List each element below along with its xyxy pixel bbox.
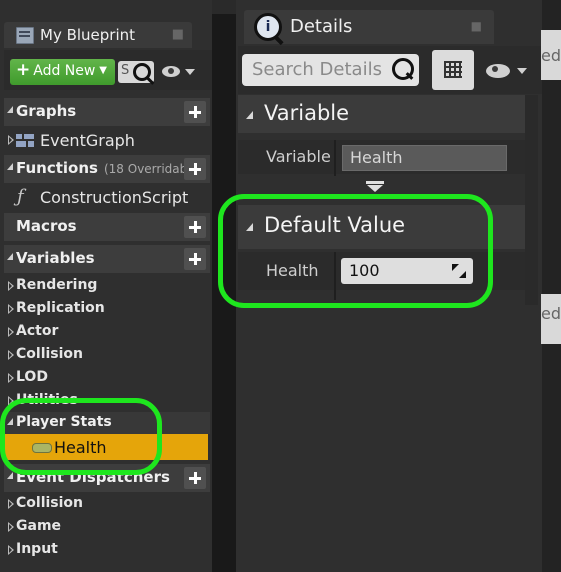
search-icon[interactable]	[392, 58, 414, 80]
details-tab-label: Details	[290, 16, 353, 37]
variable-group-rendering[interactable]: Rendering	[4, 275, 210, 297]
graph-node-partial[interactable]: ed.	[541, 30, 561, 80]
expand-arrow-icon[interactable]	[8, 373, 14, 383]
expand-arrow-icon[interactable]	[8, 304, 14, 314]
my-blueprint-tab[interactable]: My Blueprint ■	[4, 22, 192, 48]
search-details-placeholder: Search Details	[252, 59, 382, 80]
eye-icon[interactable]	[162, 66, 180, 77]
plus-icon: +	[16, 60, 31, 80]
info-icon: i	[254, 13, 282, 41]
group-label: Replication	[16, 300, 105, 316]
group-label: Collision	[16, 346, 84, 362]
add-macro-button[interactable]	[184, 216, 206, 238]
column-divider[interactable]	[334, 140, 336, 176]
my-blueprint-panel: My Blueprint ■ + Add New ▼ S Graphs Event…	[0, 0, 212, 572]
add-variable-button[interactable]	[184, 248, 206, 270]
collapse-arrow-icon[interactable]	[7, 253, 13, 260]
expand-arrow-icon[interactable]	[8, 545, 14, 555]
close-icon[interactable]: ■	[471, 19, 482, 33]
group-label: LOD	[16, 369, 48, 385]
variable-group-actor[interactable]: Actor	[4, 321, 210, 343]
add-new-button[interactable]: + Add New ▼	[10, 59, 115, 85]
chevron-down-icon[interactable]	[517, 68, 527, 74]
details-tab[interactable]: i Details ■	[244, 10, 494, 44]
graph-node-text: ed.	[541, 46, 561, 65]
section-variable-label: Variable	[264, 101, 350, 125]
category-functions[interactable]: Functions (18 Overridab	[4, 155, 210, 183]
section-variable[interactable]: Variable	[238, 95, 538, 133]
add-event-dispatcher-button[interactable]	[184, 467, 206, 489]
collapse-arrow-icon[interactable]	[7, 106, 13, 113]
close-icon[interactable]: ■	[172, 27, 184, 42]
expand-arrow-icon[interactable]	[8, 350, 14, 360]
group-label: Rendering	[16, 277, 98, 293]
chevron-down-icon[interactable]	[185, 69, 195, 75]
category-label: Functions (18 Overridab	[16, 159, 187, 177]
dispatcher-group-game[interactable]: Game	[4, 516, 210, 538]
chevron-down-icon: ▼	[99, 65, 107, 76]
dispatcher-group-collision[interactable]: Collision	[4, 493, 210, 515]
add-function-button[interactable]	[184, 158, 206, 180]
dispatcher-group-input[interactable]: Input	[4, 539, 210, 561]
highlight-annotation	[218, 194, 493, 308]
grid-icon	[444, 61, 462, 78]
eye-icon[interactable]	[486, 64, 510, 78]
property-matrix-button[interactable]	[432, 50, 474, 90]
expand-arrow-icon[interactable]	[8, 499, 14, 509]
variable-group-collision[interactable]: Collision	[4, 344, 210, 366]
variable-group-replication[interactable]: Replication	[4, 298, 210, 320]
variable-name-label: Variable	[266, 147, 331, 166]
graph-icon	[16, 134, 36, 148]
collapse-arrow-icon[interactable]	[7, 163, 13, 170]
add-graph-button[interactable]	[184, 101, 206, 123]
graph-node-text: ed.	[541, 304, 561, 323]
highlight-annotation	[0, 398, 162, 475]
variable-name-value: Health	[350, 148, 403, 167]
group-label: Collision	[16, 495, 84, 511]
expand-arrow-icon[interactable]	[8, 522, 14, 532]
override-count: (18 Overridab	[103, 162, 188, 176]
macros-label: Macros	[16, 217, 77, 235]
expand-arrow-icon[interactable]	[366, 181, 384, 193]
group-label: Actor	[16, 323, 59, 339]
expand-arrow-icon[interactable]	[8, 281, 14, 291]
expand-arrow-icon[interactable]	[8, 327, 14, 337]
my-blueprint-tab-label: My Blueprint	[40, 26, 136, 44]
add-new-label: Add New	[33, 63, 96, 79]
expand-arrow-icon[interactable]	[8, 135, 14, 145]
functions-label: Functions	[16, 159, 98, 177]
function-icon: ƒ	[17, 186, 24, 207]
eventgraph-label: EventGraph	[40, 131, 135, 150]
details-scrollbar[interactable]	[525, 95, 538, 305]
construction-script-item[interactable]: ConstructionScript	[40, 188, 188, 207]
blueprint-icon	[16, 27, 34, 44]
group-label: Input	[16, 541, 58, 557]
collapse-arrow-icon[interactable]	[246, 111, 253, 119]
variable-name-field[interactable]: Health	[342, 145, 507, 171]
group-label: Game	[16, 518, 62, 534]
category-variables[interactable]: Variables	[4, 245, 210, 273]
category-macros[interactable]: Macros	[4, 213, 210, 241]
search-placeholder: S	[121, 63, 130, 78]
category-label: Graphs	[16, 102, 77, 120]
variables-label: Variables	[16, 249, 95, 267]
collapse-arrow-icon[interactable]	[7, 472, 13, 479]
graph-canvas-edge[interactable]	[542, 0, 561, 572]
graph-node-partial[interactable]: ed.	[541, 294, 561, 344]
variable-group-lod[interactable]: LOD	[4, 367, 210, 389]
category-graphs[interactable]: Graphs	[4, 98, 210, 126]
search-icon[interactable]	[133, 63, 151, 81]
